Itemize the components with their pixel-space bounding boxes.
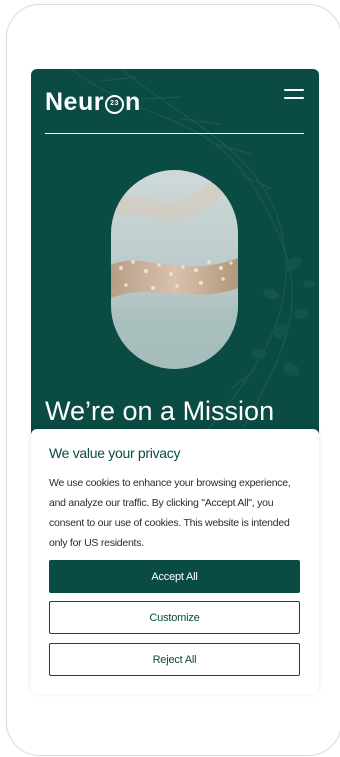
reject-all-button[interactable]: Reject All (49, 643, 300, 676)
consent-title: We value your privacy (49, 445, 181, 461)
hero-title: We’re on a Mission (45, 396, 275, 426)
customize-button[interactable]: Customize (49, 601, 300, 634)
consent-body-text: We use cookies to enhance your browsing … (49, 477, 291, 549)
logo-badge: 23 (104, 94, 124, 114)
hero-image (111, 170, 238, 369)
cookie-consent-panel: We value your privacy We use cookies to … (31, 429, 319, 694)
hero-section: Neur 23 n We’re on a Mission (31, 69, 319, 449)
header-divider (45, 133, 304, 134)
hamburger-menu-icon[interactable] (284, 89, 304, 103)
brand-logo[interactable]: Neur 23 n (45, 88, 141, 116)
accept-all-button[interactable]: Accept All (49, 560, 300, 593)
logo-text-prefix: Neur (45, 88, 104, 116)
logo-text-suffix: n (124, 88, 141, 116)
